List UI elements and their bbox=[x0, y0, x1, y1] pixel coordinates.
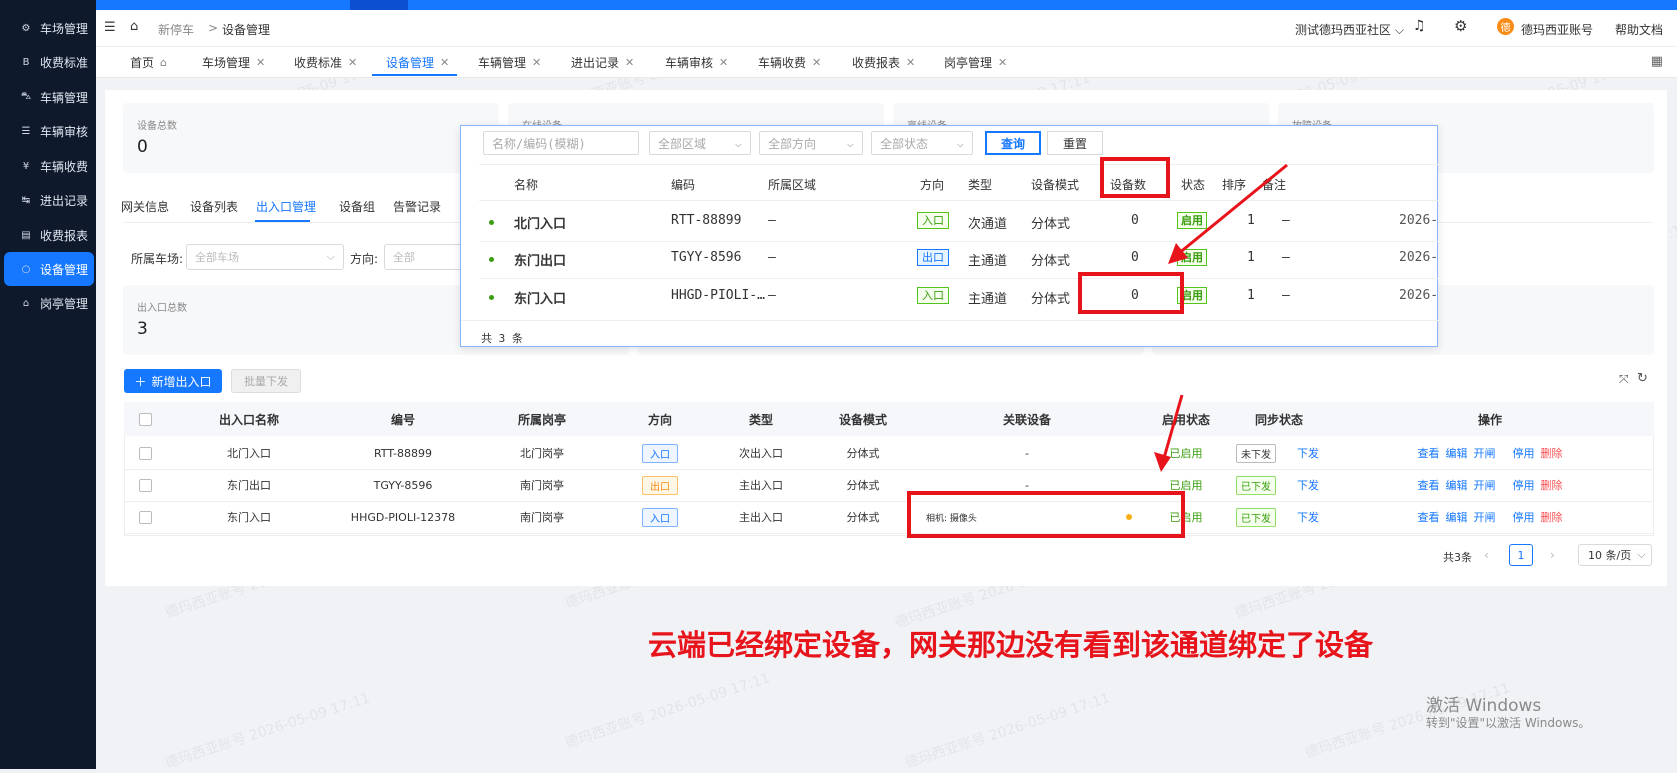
arrow-head bbox=[1168, 243, 1188, 264]
annotation-caption: 云端已经绑定设备，网关那边没有看到该通道绑定了设备 bbox=[648, 628, 1374, 662]
arrow-line bbox=[1177, 163, 1288, 256]
windows-activation-title: 激活 Windows bbox=[1426, 696, 1542, 716]
arrow-line bbox=[1162, 394, 1184, 459]
arrow-head bbox=[1154, 452, 1171, 472]
windows-activation-hint: 转到"设置"以激活 Windows。 bbox=[1426, 716, 1591, 730]
